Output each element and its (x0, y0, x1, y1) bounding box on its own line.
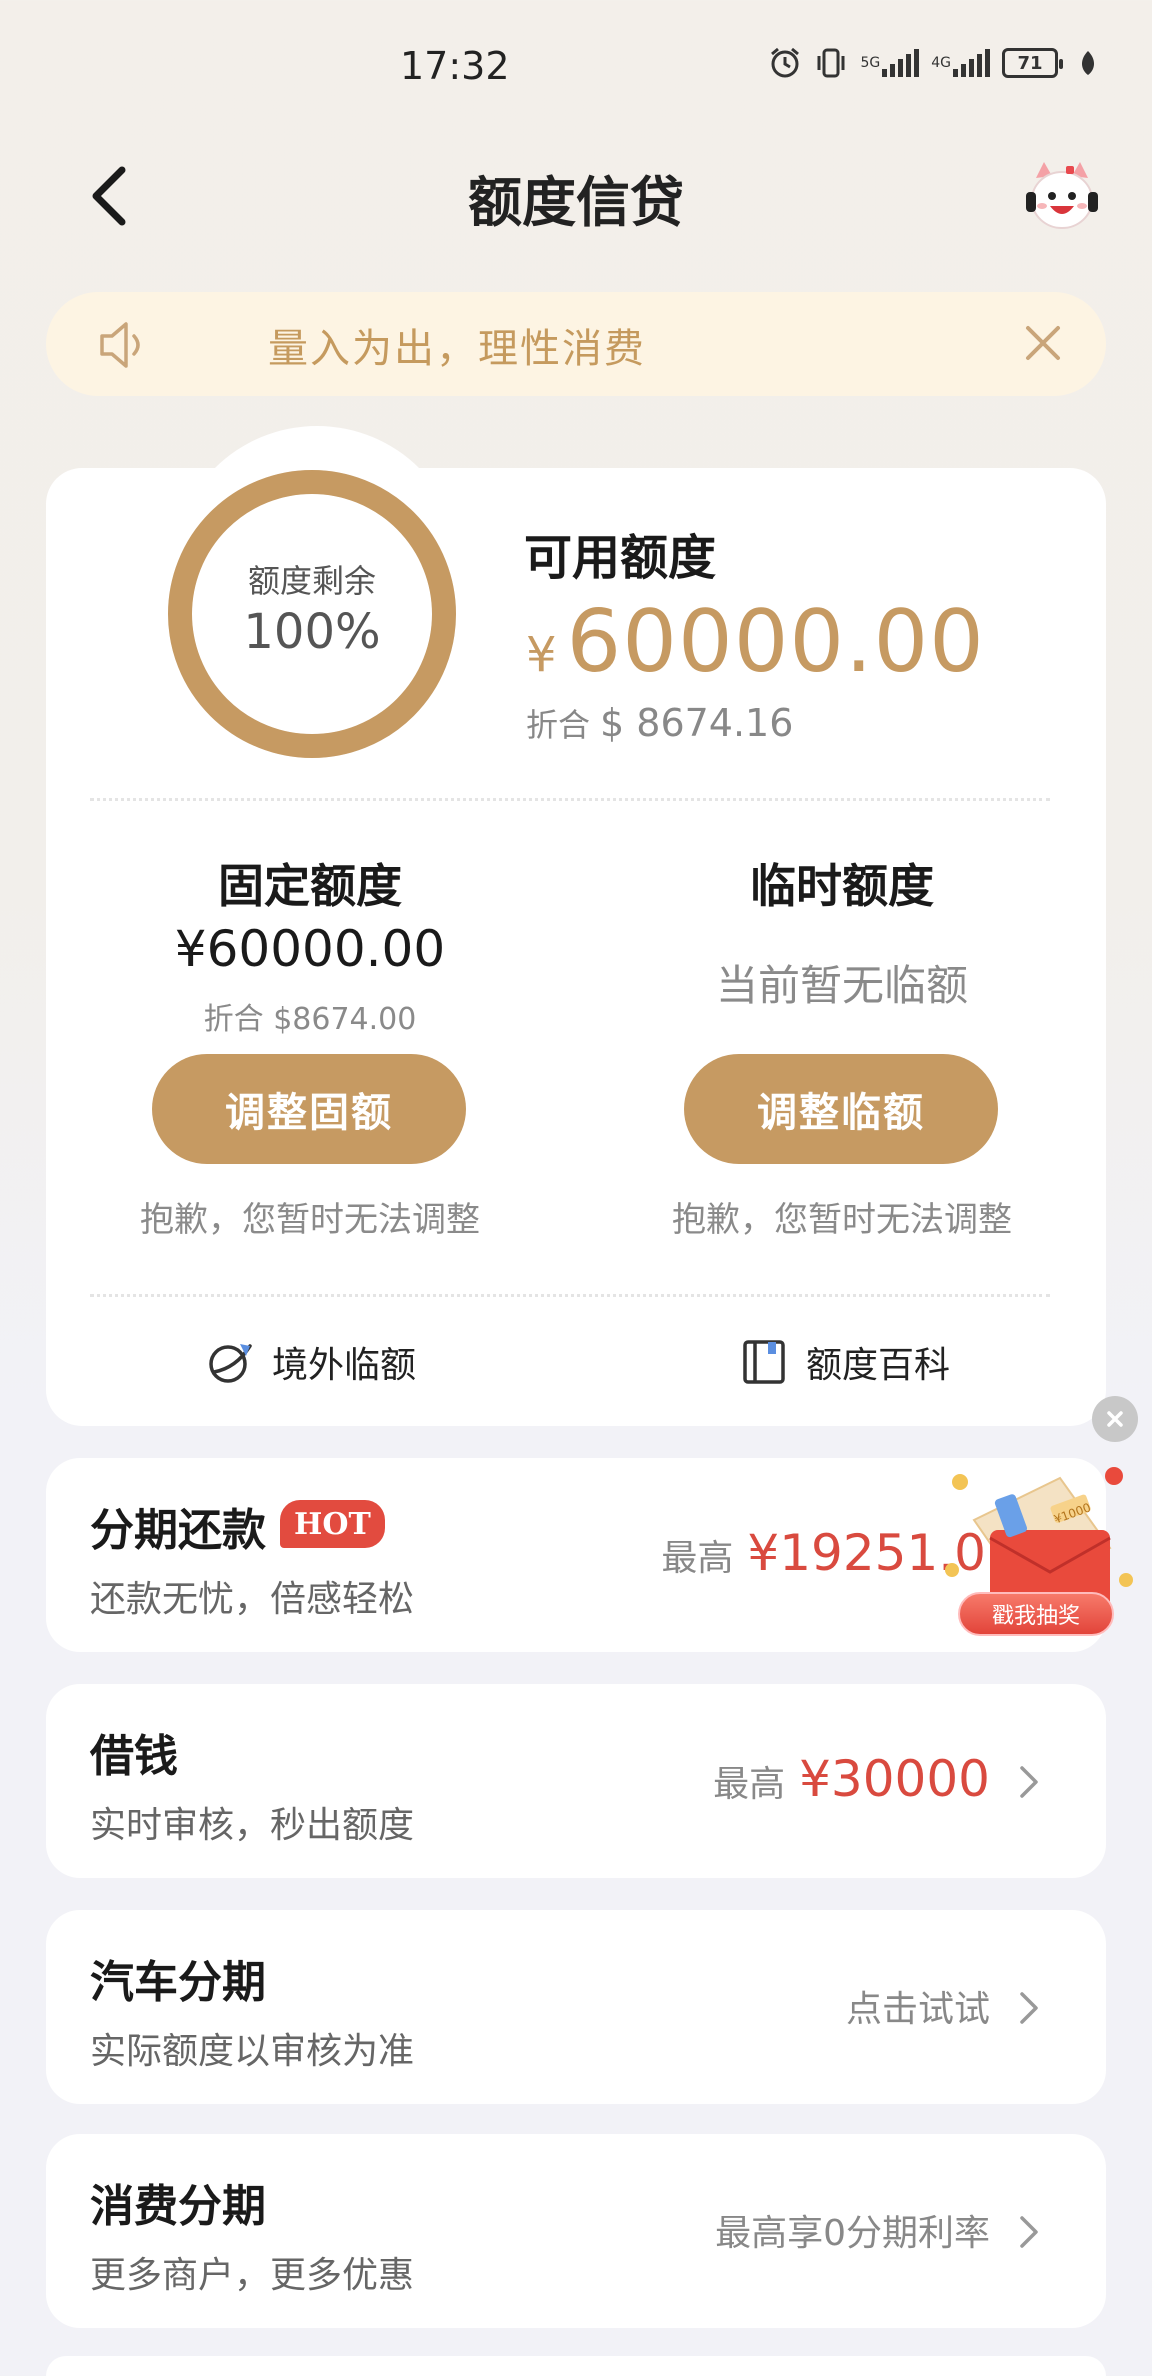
chevron-right-icon (1020, 2216, 1038, 2248)
adjust-fixed-button[interactable]: 调整固额 (152, 1054, 466, 1164)
product-cta: 点击试试 (846, 1980, 990, 2032)
promo-close-button[interactable] (1092, 1396, 1138, 1442)
product-row-car-installment[interactable]: 汽车分期 实际额度以审核为准 点击试试 (46, 1910, 1106, 2104)
fixed-quota-amount: ¥60000.00 (174, 920, 446, 978)
product-title: 借钱 (90, 1731, 178, 1782)
fixed-quota-equiv: 折合 $8674.00 (203, 1002, 417, 1037)
equiv-prefix: 折合 (526, 706, 591, 744)
alarm-icon (768, 47, 802, 78)
customer-service-mascot-icon[interactable] (1022, 158, 1102, 234)
temp-quota-note: 抱歉，您暂时无法调整 (672, 1200, 1012, 1240)
ring-value: 100% (243, 604, 381, 660)
notice-text: 量入为出，理性消费 (268, 326, 646, 372)
leaf-icon (1078, 48, 1098, 78)
divider (90, 1294, 1050, 1297)
product-title: 消费分期 (90, 2181, 266, 2232)
product-row-partial (46, 2356, 1106, 2376)
amount-value: ¥30000 (799, 1750, 990, 1808)
book-icon (743, 1340, 785, 1384)
battery-level: 71 (1017, 52, 1043, 74)
adjust-temp-button[interactable]: 调整临额 (684, 1054, 998, 1164)
product-title: 分期还款 (90, 1505, 266, 1556)
notice-close-button[interactable] (1020, 320, 1066, 366)
product-subtitle: 实时审核，秒出额度 (90, 1805, 415, 1846)
product-title: 汽车分期 (90, 1957, 266, 2008)
amount-prefix: 最高 (713, 1764, 786, 1805)
page-title: 额度信贷 (468, 171, 684, 234)
product-subtitle: 还款无忧，倍感轻松 (90, 1579, 415, 1620)
product-row-consumer-installment[interactable]: 消费分期 更多商户，更多优惠 最高享0分期利率 (46, 2134, 1106, 2328)
status-bar: 17:32 5G 4G 71 (0, 0, 1152, 130)
currency-symbol: ¥ (526, 627, 557, 683)
product-amount: 最高 ¥30000 (713, 1750, 990, 1808)
temp-quota-status: 当前暂无临额 (715, 961, 968, 1010)
signal-4g-icon: 4G (931, 48, 990, 78)
hot-badge: HOT (280, 1500, 385, 1548)
notice-bar: 量入为出，理性消费 (46, 292, 1106, 396)
available-amount-value: 60000.00 (566, 592, 985, 692)
amount-prefix: 最高 (661, 1538, 734, 1579)
battery-icon: 71 (1002, 48, 1063, 78)
fixed-quota-title: 固定额度 (218, 859, 402, 913)
divider (90, 798, 1050, 801)
chevron-right-icon (1020, 1992, 1038, 2024)
temp-quota-title: 临时额度 (750, 859, 934, 913)
globe-plane-icon (209, 1344, 252, 1383)
available-credit-title: 可用额度 (524, 530, 717, 586)
ring-label: 额度剩余 (247, 562, 376, 600)
product-subtitle: 实际额度以审核为准 (90, 2031, 415, 2072)
lottery-button[interactable]: 戳我抽奖 (958, 1592, 1114, 1636)
quota-encyclopedia-link[interactable]: 额度百科 (740, 1336, 950, 1388)
vibrate-icon (814, 48, 848, 78)
network-label-2: 4G (931, 55, 951, 71)
quota-encyclopedia-label: 额度百科 (806, 1345, 951, 1386)
available-equiv: 折合 $ 8674.16 (526, 700, 793, 746)
status-icons: 5G 4G 71 (768, 47, 1098, 78)
fixed-quota-note: 抱歉，您暂时无法调整 (140, 1200, 480, 1240)
overseas-temp-label: 境外临额 (272, 1345, 417, 1386)
product-amount: 最高 ¥19251.0 (661, 1524, 986, 1582)
overseas-temp-link[interactable]: 境外临额 (206, 1336, 416, 1388)
chevron-right-icon (1020, 1766, 1038, 1798)
equiv-value: $ 8674.16 (600, 701, 794, 745)
network-label-1: 5G (860, 55, 881, 71)
cta-text: 点击试试 (845, 1989, 990, 2030)
product-row-borrow[interactable]: 借钱 实时审核，秒出额度 最高 ¥30000 (46, 1684, 1106, 1878)
signal-5g-icon: 5G (860, 48, 920, 78)
nav-bar: 额度信贷 (0, 140, 1152, 250)
product-subtitle: 更多商户，更多优惠 (90, 2255, 415, 2296)
status-time: 17:32 (400, 44, 510, 88)
speaker-icon (96, 318, 152, 372)
close-icon (1107, 1411, 1123, 1427)
cta-text: 最高享0分期利率 (715, 2213, 990, 2254)
close-icon (1026, 326, 1060, 360)
available-credit-amount: ¥ 60000.00 (526, 592, 985, 692)
product-cta: 最高享0分期利率 (715, 2204, 990, 2256)
